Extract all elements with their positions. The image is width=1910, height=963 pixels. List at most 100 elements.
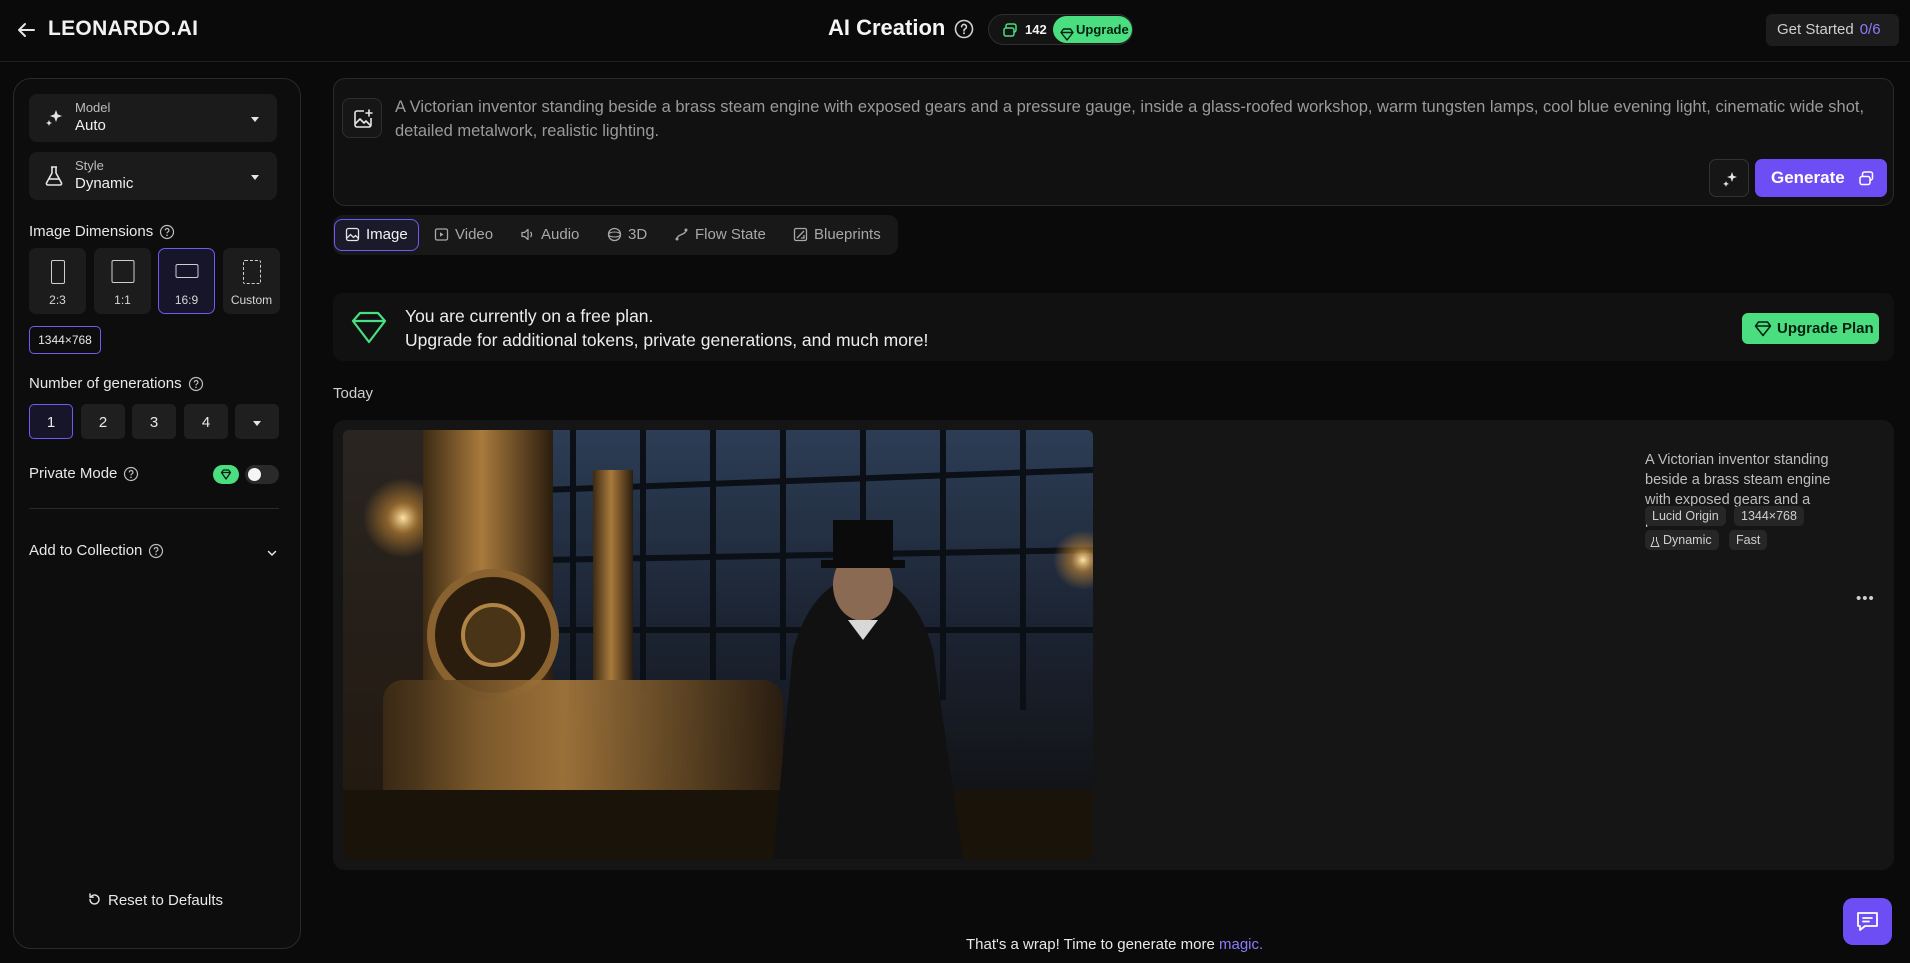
square-shape-icon: [111, 260, 134, 283]
back-arrow-icon[interactable]: [14, 18, 38, 42]
portrait-shape-icon: [50, 260, 65, 284]
generations-2-button[interactable]: 2: [81, 404, 125, 439]
video-icon: [434, 228, 449, 241]
caret-down-icon: [251, 416, 263, 434]
prompt-input[interactable]: A Victorian inventor standing beside a b…: [395, 95, 1885, 143]
prompt-card: A Victorian inventor standing beside a b…: [333, 78, 1894, 206]
divider: [29, 508, 279, 509]
resolution-chip: 1344×768: [1734, 506, 1804, 526]
free-plan-banner: You are currently on a free plan. Upgrad…: [333, 293, 1894, 361]
chat-icon: [1857, 912, 1878, 931]
model-value: Auto: [75, 117, 106, 134]
private-mode-toggle[interactable]: [245, 465, 279, 484]
audio-icon: [521, 228, 533, 241]
blueprint-icon: [793, 227, 808, 242]
more-options-icon[interactable]: •••: [1856, 590, 1875, 607]
get-started-button[interactable]: Get Started 0/6: [1766, 14, 1899, 46]
page-title: AI Creation: [828, 15, 946, 40]
num-generations-label: Number of generations: [29, 375, 182, 392]
dimension-2-3-button[interactable]: 2:3: [29, 248, 86, 314]
speed-chip: Fast: [1729, 530, 1768, 550]
caret-down-icon: [249, 112, 261, 124]
caret-down-icon: [249, 170, 261, 182]
flask-icon: [1650, 534, 1660, 554]
chevron-down-icon[interactable]: [266, 546, 278, 558]
tab-label: Image: [366, 226, 408, 243]
upgrade-label: Upgrade: [1076, 22, 1129, 37]
get-started-progress: 0/6: [1859, 21, 1881, 38]
style-select[interactable]: Style Dynamic: [29, 152, 277, 200]
upgrade-plan-label: Upgrade Plan: [1777, 320, 1874, 337]
sparkle-icon: [42, 106, 66, 130]
chat-support-button[interactable]: [1843, 898, 1892, 945]
token-balance[interactable]: 142 Upgrade: [988, 14, 1133, 45]
reset-defaults-button[interactable]: Reset to Defaults: [87, 892, 223, 909]
upgrade-button[interactable]: Upgrade: [1053, 16, 1132, 43]
model-select[interactable]: Model Auto: [29, 94, 277, 142]
feed-section-label: Today: [333, 385, 374, 402]
banner-subtitle: Upgrade for additional tokens, private g…: [405, 330, 929, 350]
image-dimensions-heading: Image Dimensions: [29, 223, 175, 240]
diamond-icon: [1060, 23, 1074, 50]
resolution-chip[interactable]: 1344×768: [29, 326, 101, 354]
private-mode-label: Private Mode: [29, 465, 118, 482]
generations-4-button[interactable]: 4: [184, 404, 228, 439]
reset-label: Reset to Defaults: [108, 892, 224, 909]
style-value: Dynamic: [75, 175, 134, 192]
style-chip-label: Dynamic: [1663, 533, 1712, 547]
image-upload-button[interactable]: [342, 98, 382, 138]
tab-label: Audio: [541, 226, 580, 243]
dimension-label: 16:9: [174, 293, 199, 307]
add-to-collection-heading[interactable]: Add to Collection: [29, 542, 164, 559]
tab-label: Flow State: [695, 226, 766, 243]
settings-sidebar: Model Auto Style Dynamic Image Dimension…: [13, 78, 301, 949]
banner-title: You are currently on a free plan.: [405, 306, 654, 326]
flask-icon: [42, 164, 66, 188]
style-chip: Dynamic: [1645, 530, 1719, 550]
model-label: Model: [75, 100, 111, 115]
generations-3-button[interactable]: 3: [132, 404, 176, 439]
image-dimensions-label: Image Dimensions: [29, 223, 154, 240]
tab-label: Blueprints: [814, 226, 881, 243]
feed-end-text: That's a wrap! Time to generate more: [966, 936, 1215, 953]
help-icon[interactable]: [148, 543, 164, 559]
feed-end-message: That's a wrap! Time to generate more mag…: [966, 936, 1263, 953]
help-icon[interactable]: [188, 376, 204, 392]
generate-label: Generate: [1771, 168, 1845, 187]
token-icon: [1859, 171, 1874, 186]
tab-flow-state[interactable]: Flow State: [664, 219, 776, 251]
tab-audio[interactable]: Audio: [510, 219, 589, 251]
generate-button[interactable]: Generate: [1755, 159, 1887, 197]
help-icon[interactable]: [159, 224, 175, 240]
tab-video[interactable]: Video: [424, 219, 503, 251]
reset-icon: [89, 893, 100, 905]
get-started-label: Get Started: [1777, 21, 1854, 38]
dimension-label: 2:3: [49, 293, 66, 307]
magic-link[interactable]: magic.: [1219, 936, 1263, 953]
cube-icon: [607, 227, 622, 242]
tab-3d[interactable]: 3D: [597, 219, 657, 251]
help-icon[interactable]: [953, 18, 975, 40]
tab-image[interactable]: Image: [334, 219, 419, 251]
logo[interactable]: LEONARDO.AI: [48, 17, 198, 41]
add-to-collection-label: Add to Collection: [29, 542, 143, 559]
tab-label: Video: [455, 226, 494, 243]
token-icon: [1002, 22, 1018, 43]
upgrade-plan-button[interactable]: Upgrade Plan: [1742, 313, 1879, 344]
style-label: Style: [75, 158, 104, 173]
tab-label: 3D: [628, 226, 648, 243]
landscape-shape-icon: [175, 264, 198, 278]
prompt-enhance-button[interactable]: [1709, 159, 1749, 197]
diamond-icon: [1754, 321, 1772, 337]
dimension-1-1-button[interactable]: 1:1: [94, 248, 151, 314]
flow-icon: [675, 228, 688, 241]
tab-blueprints[interactable]: Blueprints: [783, 219, 891, 251]
dimension-label: 1:1: [114, 293, 131, 307]
generations-more-button[interactable]: [235, 404, 279, 439]
generations-1-button[interactable]: 1: [29, 404, 73, 439]
generation-card: A Victorian inventor standing beside a b…: [333, 420, 1894, 870]
dimension-custom-button[interactable]: Custom: [223, 248, 280, 314]
help-icon[interactable]: [123, 466, 139, 482]
dimension-16-9-button[interactable]: 16:9: [158, 248, 215, 314]
generated-image[interactable]: [343, 430, 1093, 859]
